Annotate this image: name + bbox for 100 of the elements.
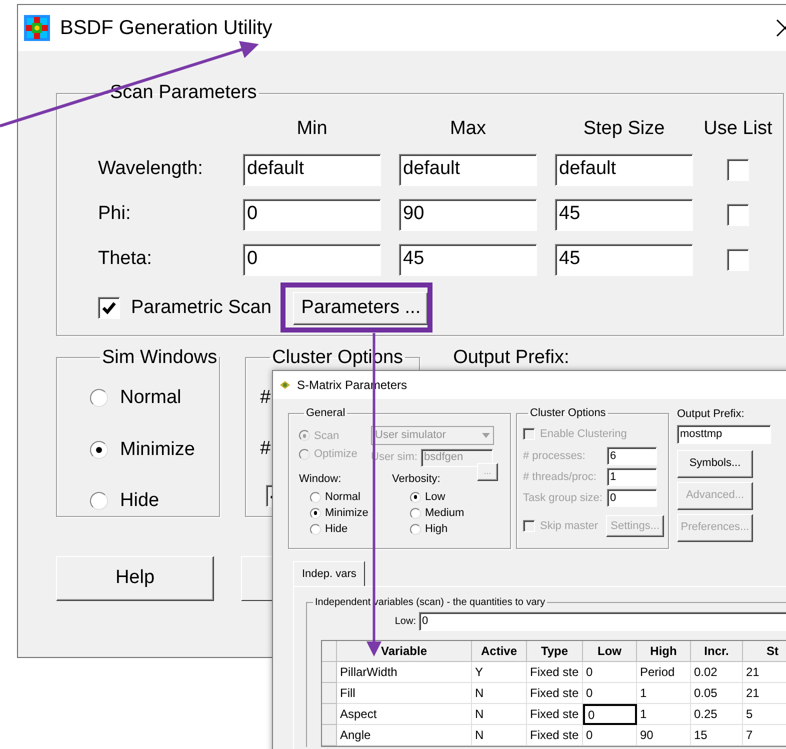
table-cell: Fill xyxy=(337,683,472,704)
table-cell: 21 xyxy=(743,662,786,683)
table-cell: 0 xyxy=(583,704,637,725)
table-cell: Fixed ste xyxy=(527,725,583,746)
radio-button[interactable] xyxy=(90,492,108,510)
section-label: Window: xyxy=(299,472,342,484)
group-title: General xyxy=(305,406,346,421)
group-title: Independent variables (scan) - the quantities to vary xyxy=(314,596,546,610)
section-label: Verbosity: xyxy=(392,472,440,484)
radio-label: Medium xyxy=(425,506,464,521)
text-field[interactable]: 45 xyxy=(555,244,693,276)
radio-label: Low xyxy=(425,490,446,505)
table-cell: 0 xyxy=(583,662,637,683)
text-field[interactable]: 0 xyxy=(419,612,786,631)
column-header: Type xyxy=(527,641,583,662)
radio-button[interactable] xyxy=(310,524,321,534)
table-cell: Fixed ste xyxy=(527,704,583,725)
checkbox-label: Parametric Scan xyxy=(131,296,272,320)
table-cell: 1 xyxy=(637,704,691,725)
app-logo-icon xyxy=(24,15,50,41)
text-field[interactable]: 45 xyxy=(399,244,537,276)
checkbox[interactable] xyxy=(727,204,749,226)
table-cell: N xyxy=(472,704,527,725)
table-cell: Angle xyxy=(337,725,472,746)
field-label: # xyxy=(260,386,271,410)
radio-button[interactable] xyxy=(90,389,108,408)
parameters-button[interactable]: Parameters ... xyxy=(293,292,428,324)
radio-button[interactable] xyxy=(299,430,310,442)
table-cell: 0.05 xyxy=(691,683,743,704)
radio-button[interactable] xyxy=(299,448,310,460)
radio-label: Normal xyxy=(325,490,360,505)
table-cell: N xyxy=(472,683,527,704)
text-field[interactable]: 0 xyxy=(243,198,381,230)
table-cell: Period xyxy=(637,662,691,683)
group-title: Scan Parameters xyxy=(109,81,258,105)
checkbox[interactable] xyxy=(98,297,120,319)
radio-button[interactable] xyxy=(410,492,421,502)
table-cell: Y xyxy=(472,662,527,683)
field-label: Task group size: xyxy=(523,490,604,506)
text-field[interactable]: mosttmp xyxy=(677,424,771,444)
column-header: Min xyxy=(296,116,328,140)
checkbox-label: Enable Clustering xyxy=(540,426,627,442)
table-cell: PillarWidth xyxy=(337,662,472,683)
radio-button[interactable] xyxy=(310,508,321,518)
checkbox-label: Skip master xyxy=(540,518,598,534)
table-cell: 90 xyxy=(637,725,691,746)
text-field[interactable]: 90 xyxy=(399,198,537,230)
text-field[interactable]: 45 xyxy=(555,198,693,230)
window-title: BSDF Generation Utility xyxy=(60,16,272,41)
radio-label: Hide xyxy=(325,522,348,537)
table-cell: 15 xyxy=(691,725,743,746)
text-field[interactable]: default xyxy=(555,154,693,186)
text-field[interactable]: default xyxy=(243,154,381,186)
table-cell: Fixed ste xyxy=(527,683,583,704)
field-label: # xyxy=(260,436,271,460)
tab[interactable]: Indep. vars xyxy=(293,561,366,586)
table-cell: 1 xyxy=(637,683,691,704)
radio-label: Scan xyxy=(314,428,340,444)
table-cell: 7 xyxy=(743,725,786,746)
radio-button[interactable] xyxy=(90,440,108,459)
table-cell: 21 xyxy=(743,683,786,704)
table-cell: 0 xyxy=(583,683,637,704)
table-cell: 5 xyxy=(743,704,786,725)
field-label: Low: xyxy=(394,615,417,629)
column-header: Low xyxy=(583,641,637,662)
table-cell: 0.25 xyxy=(691,704,743,725)
table-cell: N xyxy=(472,725,527,746)
group-title: Cluster Options xyxy=(529,406,607,421)
checkbox[interactable] xyxy=(727,248,749,270)
column-header: High xyxy=(637,641,691,662)
column-header: Max xyxy=(449,116,487,140)
text-field[interactable]: default xyxy=(399,154,537,186)
row-label: Theta: xyxy=(98,247,153,272)
column-header: Incr. xyxy=(691,641,743,662)
radio-label: Optimize xyxy=(314,447,358,462)
radio-label: High xyxy=(425,522,448,537)
column-header: Step Size xyxy=(582,116,666,140)
radio-label: Minimize xyxy=(120,438,195,462)
table-cell: 0 xyxy=(583,725,637,746)
text-field[interactable]: 0 xyxy=(243,244,381,276)
field-label: # processes: xyxy=(523,448,586,464)
button[interactable]: Symbols... xyxy=(677,450,753,478)
column-header: Variable xyxy=(337,641,472,662)
column-header: Use List xyxy=(702,116,774,140)
row-label: Wavelength: xyxy=(98,157,204,182)
column-header: Active xyxy=(472,641,527,662)
radio-button[interactable] xyxy=(410,524,421,534)
app-icon xyxy=(279,380,291,390)
radio-label: Hide xyxy=(120,489,160,513)
table-cell: Fixed ste xyxy=(527,662,583,683)
check-mark-icon xyxy=(101,300,117,316)
checkbox[interactable] xyxy=(727,158,749,180)
radio-button[interactable] xyxy=(410,508,421,518)
help-button[interactable]: Help xyxy=(56,556,214,600)
row-label: Phi: xyxy=(98,202,132,226)
group-title: Sim Windows xyxy=(101,346,218,370)
field-label: # threads/proc: xyxy=(523,470,598,485)
field-label: Output Prefix: xyxy=(453,346,570,370)
table-cell: Aspect xyxy=(337,704,472,725)
radio-button[interactable] xyxy=(310,492,321,502)
